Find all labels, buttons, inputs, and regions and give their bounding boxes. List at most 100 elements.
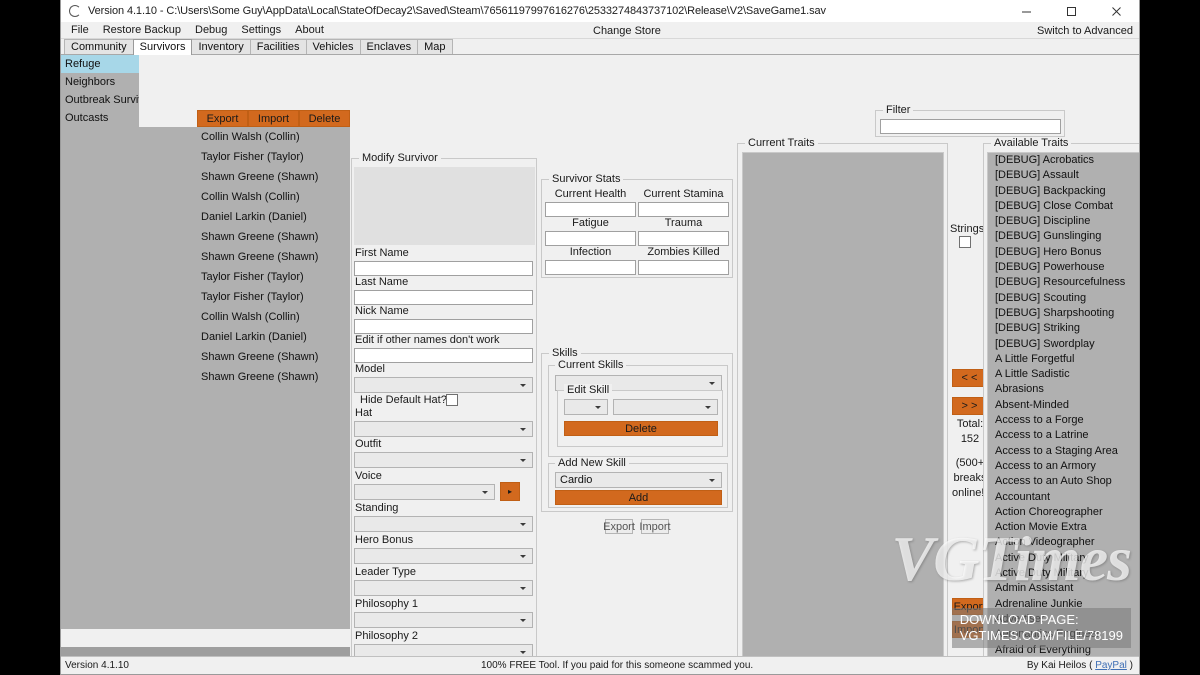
category-item-outbreak-survivors[interactable]: Outbreak Survivo (61, 91, 139, 109)
add-new-skill-dropdown[interactable]: Cardio (555, 472, 722, 488)
available-trait-item[interactable]: Advertiser (988, 612, 1139, 627)
tab-survivors[interactable]: Survivors (132, 39, 193, 55)
available-trait-item[interactable]: Access to a Latrine (988, 428, 1139, 443)
available-trait-item[interactable]: Active Duty Military (988, 551, 1139, 566)
field-input-philosophy-1[interactable] (354, 612, 533, 628)
stat-input-current-stamina[interactable] (638, 202, 729, 217)
survivor-list-item[interactable]: Collin Walsh (Collin) (139, 307, 350, 327)
survivor-list-item[interactable]: Shawn Greene (Shawn) (139, 227, 350, 247)
minimize-button[interactable] (1004, 0, 1049, 22)
change-store-label[interactable]: Change Store (593, 22, 661, 39)
available-trait-item[interactable]: [DEBUG] Powerhouse (988, 260, 1139, 275)
available-trait-item[interactable]: Accountant (988, 490, 1139, 505)
menu-item-restore-backup[interactable]: Restore Backup (96, 22, 188, 39)
available-trait-item[interactable]: Action Videographer (988, 535, 1139, 550)
available-trait-item[interactable]: [DEBUG] Backpacking (988, 184, 1139, 199)
survivor-list-item[interactable]: Shawn Greene (Shawn) (139, 167, 350, 187)
edit-skill-spec-dropdown[interactable] (613, 399, 718, 415)
field-input-hero-bonus[interactable] (354, 548, 533, 564)
edit-skill-level-dropdown[interactable] (564, 399, 608, 415)
available-trait-item[interactable]: Access to a Staging Area (988, 444, 1139, 459)
survivor-list-item[interactable]: Taylor Fisher (Taylor) (139, 147, 350, 167)
available-trait-item[interactable]: [DEBUG] Gunslinging (988, 229, 1139, 244)
category-item-outcasts[interactable]: Outcasts (61, 109, 139, 127)
hide-default-hat-checkbox[interactable] (446, 394, 458, 406)
stat-input-trauma[interactable] (638, 231, 729, 246)
survivor-list-item[interactable]: Shawn Greene (Shawn) (139, 367, 350, 387)
field-input-edit-if-other-names-don-t-work[interactable] (354, 348, 533, 363)
import-button[interactable]: Import (248, 110, 299, 127)
close-button[interactable] (1094, 0, 1139, 22)
available-trait-item[interactable]: [DEBUG] Close Combat (988, 199, 1139, 214)
category-item-refuge[interactable]: Refuge (61, 55, 139, 73)
category-item-neighbors[interactable]: Neighbors (61, 73, 139, 91)
available-trait-item[interactable]: Active Duty Military (988, 566, 1139, 581)
available-trait-item[interactable]: Access to an Armory (988, 459, 1139, 474)
maximize-button[interactable] (1049, 0, 1094, 22)
available-trait-item[interactable]: Absent-Minded (988, 398, 1139, 413)
available-trait-item[interactable]: Access to a Forge (988, 413, 1139, 428)
available-trait-item[interactable]: Adrenaline Junkie (988, 597, 1139, 612)
available-trait-item[interactable]: Access to an Auto Shop (988, 474, 1139, 489)
field-input-hat[interactable] (354, 421, 533, 437)
available-trait-item[interactable]: [DEBUG] Scouting (988, 291, 1139, 306)
menu-item-settings[interactable]: Settings (234, 22, 288, 39)
move-right-button[interactable]: > > (952, 397, 987, 415)
survivor-list[interactable]: Collin Walsh (Collin) Taylor Fisher (Tayl… (139, 127, 350, 629)
available-trait-item[interactable]: A Little Sadistic (988, 367, 1139, 382)
available-trait-item[interactable]: Action Movie Extra (988, 520, 1139, 535)
available-trait-item[interactable]: [DEBUG] Acrobatics (988, 153, 1139, 168)
stat-input-zombies-killed[interactable] (638, 260, 729, 275)
stat-input-current-health[interactable] (545, 202, 636, 217)
traits-import-button[interactable]: Import (952, 621, 987, 638)
field-input-outfit[interactable] (354, 452, 533, 468)
tab-community[interactable]: Community (64, 39, 134, 54)
field-input-last-name[interactable] (354, 290, 533, 305)
menu-item-file[interactable]: File (64, 22, 96, 39)
survivor-list-item[interactable]: Daniel Larkin (Daniel) (139, 327, 350, 347)
field-input-model[interactable] (354, 377, 533, 393)
tab-map[interactable]: Map (417, 39, 453, 54)
menu-item-about[interactable]: About (288, 22, 331, 39)
skills-import-button[interactable]: Import (639, 519, 671, 534)
field-input-voice[interactable] (354, 484, 495, 500)
export-button[interactable]: Export (197, 110, 248, 127)
survivor-list-item[interactable]: Taylor Fisher (Taylor) (139, 267, 350, 287)
tab-enclaves[interactable]: Enclaves (359, 39, 419, 54)
available-trait-item[interactable]: [DEBUG] Resourcefulness (988, 275, 1139, 290)
available-trait-item[interactable]: [DEBUG] Assault (988, 168, 1139, 183)
delete-skill-button[interactable]: Delete (564, 421, 718, 436)
tab-facilities[interactable]: Facilities (249, 39, 307, 54)
field-input-nick-name[interactable] (354, 319, 533, 334)
field-input-philosophy-2[interactable] (354, 644, 533, 656)
available-trait-item[interactable]: Action Choreographer (988, 505, 1139, 520)
traits-export-button[interactable]: Export (952, 598, 987, 615)
current-traits-list[interactable] (742, 152, 944, 656)
switch-to-advanced-link[interactable]: Switch to Advanced (1037, 22, 1133, 39)
available-trait-item[interactable]: [DEBUG] Discipline (988, 214, 1139, 229)
survivor-list-item[interactable]: Taylor Fisher (Taylor) (139, 287, 350, 307)
stat-input-infection[interactable] (545, 260, 636, 275)
delete-button[interactable]: Delete (299, 110, 350, 127)
menu-item-debug[interactable]: Debug (188, 22, 234, 39)
available-trait-item[interactable]: [DEBUG] Hero Bonus (988, 245, 1139, 260)
survivor-list-item[interactable]: Collin Walsh (Collin) (139, 187, 350, 207)
stat-input-fatigue[interactable] (545, 231, 636, 246)
paypal-link[interactable]: PayPal (1095, 660, 1127, 671)
survivor-list-item[interactable]: Shawn Greene (Shawn) (139, 347, 350, 367)
available-trait-item[interactable]: Aeronautics Engineer (988, 627, 1139, 642)
available-trait-item[interactable]: Admin Assistant (988, 581, 1139, 596)
survivor-list-item[interactable]: Shawn Greene (Shawn) (139, 247, 350, 267)
available-trait-item[interactable]: [DEBUG] Swordplay (988, 337, 1139, 352)
play-voice-button[interactable]: ▸ (500, 482, 520, 501)
skills-export-button[interactable]: Export (603, 519, 635, 534)
field-input-leader-type[interactable] (354, 580, 533, 596)
available-trait-item[interactable]: Abrasions (988, 382, 1139, 397)
available-trait-item[interactable]: Afraid of Everything (988, 643, 1139, 657)
survivor-list-item[interactable]: Daniel Larkin (Daniel) (139, 207, 350, 227)
survivor-list-item[interactable]: Collin Walsh (Collin) (139, 127, 350, 147)
tab-vehicles[interactable]: Vehicles (305, 39, 361, 54)
field-input-first-name[interactable] (354, 261, 533, 276)
add-skill-button[interactable]: Add (555, 490, 722, 505)
available-traits-list[interactable]: [DEBUG] Acrobatics [DEBUG] Assault [DEBUG]… (987, 152, 1139, 656)
